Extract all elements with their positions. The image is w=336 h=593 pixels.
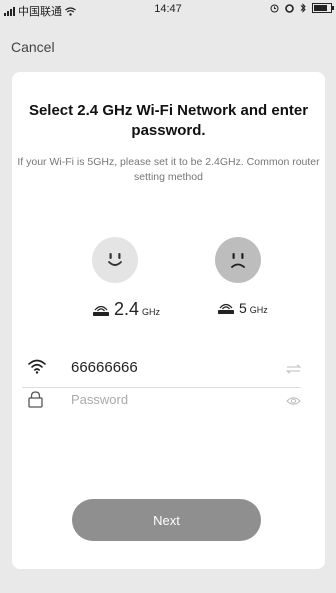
wifi-setup-card: Select 2.4 GHz Wi-Fi Network and enter p… [12, 72, 325, 569]
password-input[interactable] [71, 389, 261, 409]
router-icon [216, 301, 236, 315]
band-unit: GHz [142, 307, 161, 317]
next-button[interactable]: Next [72, 499, 261, 541]
band-unit: GHz [249, 305, 268, 315]
status-bar: 中国联通 14:47 [0, 0, 336, 20]
frown-icon [215, 237, 261, 283]
status-right [270, 3, 334, 13]
band-number: 2.4 [114, 299, 140, 319]
password-field[interactable] [22, 381, 301, 419]
band-2-4ghz: 2.4 GHz [91, 299, 160, 320]
hint-text: If your Wi-Fi is 5GHz, please set it to … [17, 156, 320, 183]
rotation-lock-icon [285, 3, 294, 13]
band-5ghz: 5 GHz [216, 299, 268, 316]
battery-icon [312, 3, 334, 13]
eye-icon[interactable] [286, 393, 301, 411]
alarm-icon [270, 4, 279, 12]
ssid-value: 66666666 [71, 359, 138, 376]
lock-icon [28, 391, 43, 413]
cancel-button[interactable]: Cancel [11, 39, 55, 55]
smile-icon [92, 237, 138, 283]
band-number: 5 [239, 300, 247, 316]
router-icon [91, 303, 111, 317]
page-title: Select 2.4 GHz Wi-Fi Network and enter p… [28, 102, 309, 139]
switch-network-icon[interactable] [285, 361, 302, 379]
wifi-icon [28, 359, 46, 379]
bluetooth-icon [300, 3, 306, 13]
